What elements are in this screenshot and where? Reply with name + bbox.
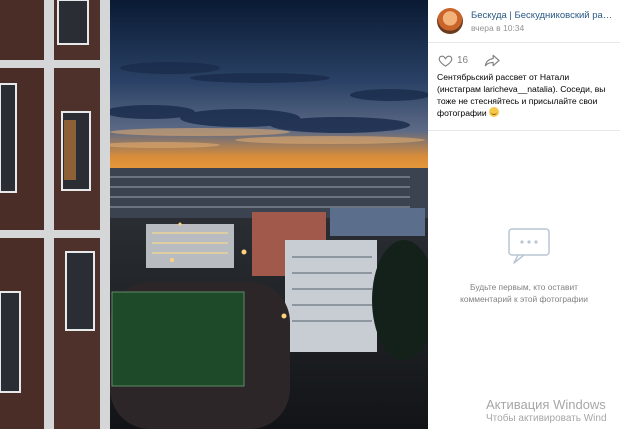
header-divider bbox=[428, 42, 620, 43]
author-link[interactable]: Бескуда | Бескудниковский район ... bbox=[471, 10, 616, 21]
windows-activation-watermark: Активация Windows Чтобы активировать Win… bbox=[486, 397, 607, 425]
watermark-title: Активация Windows bbox=[486, 397, 606, 412]
post-header: Бескуда | Бескудниковский район ... вчер… bbox=[428, 0, 620, 42]
no-comments-text: Будьте первым, кто оставит комментарий к… bbox=[460, 282, 588, 304]
caption-divider bbox=[428, 130, 620, 131]
post-side-panel: Бескуда | Бескудниковский район ... вчер… bbox=[428, 0, 620, 429]
caption-text: Сентябрьский рассвет от Натали (инстагра… bbox=[437, 72, 606, 118]
watermark-subtitle: Чтобы активировать Wind bbox=[486, 413, 607, 424]
comments-icon bbox=[508, 228, 550, 264]
sunrise-photo bbox=[0, 0, 428, 429]
post-photo[interactable] bbox=[0, 0, 428, 429]
post-actions: 16 bbox=[428, 50, 620, 72]
post-caption: Сентябрьский рассвет от Натали (инстагра… bbox=[437, 71, 613, 119]
post-timestamp[interactable]: вчера в 10:34 bbox=[471, 23, 524, 33]
smiling-face-icon bbox=[489, 107, 500, 117]
heart-icon[interactable] bbox=[438, 53, 453, 68]
avatar[interactable] bbox=[437, 8, 463, 34]
share-icon[interactable] bbox=[484, 53, 501, 68]
like-count: 16 bbox=[457, 55, 469, 66]
